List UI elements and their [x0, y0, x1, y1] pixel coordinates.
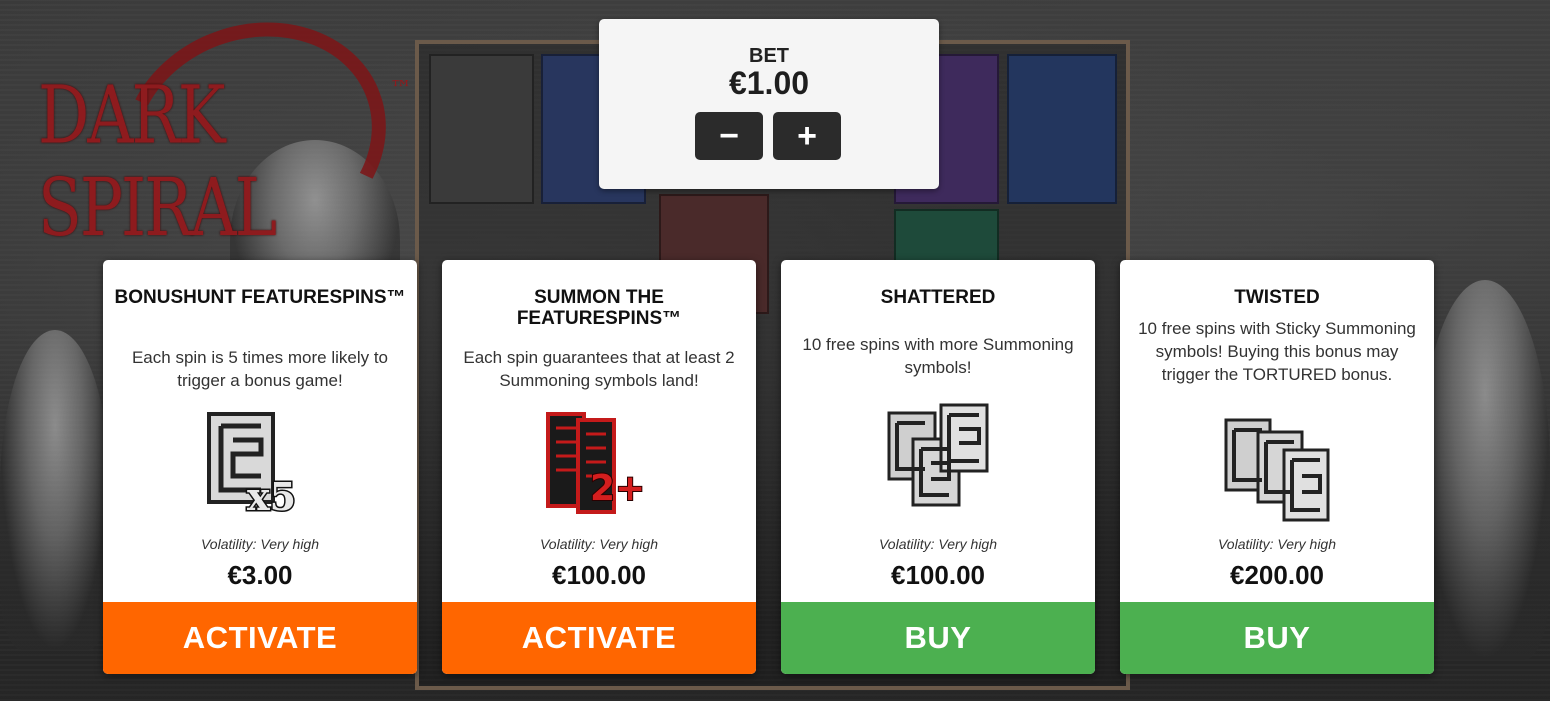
- bet-value: €1.00: [728, 65, 810, 101]
- bonus-card-bonushunt: BONUSHUNT FEATURESPINS™ Each spin is 5 t…: [103, 260, 417, 674]
- bonus-card-twisted: TWISTED 10 free spins with Sticky Summon…: [1120, 260, 1434, 674]
- card-price: €100.00: [891, 560, 985, 590]
- card-price: €100.00: [552, 560, 646, 590]
- logo-text: DARK SPIRAL: [38, 70, 277, 255]
- volatility-label: Volatility: Very high: [878, 536, 997, 552]
- volatility-label: Volatility: Very high: [539, 536, 658, 552]
- stacked-summoning-symbols-icon: [885, 403, 993, 511]
- activate-button[interactable]: ACTIVATE: [442, 602, 756, 674]
- bonus-card-summon: SUMMON THE FEATURESPINS™ Each spin guara…: [442, 260, 756, 674]
- background-character: [0, 330, 110, 650]
- minus-icon: −: [719, 116, 739, 155]
- card-title: SUMMON THE FEATURESPINS™: [516, 287, 682, 329]
- buy-button[interactable]: BUY: [1120, 602, 1434, 674]
- card-title: SHATTERED: [880, 287, 996, 308]
- summoning-symbol-x5-icon: x5: [203, 410, 323, 521]
- bonus-card-shattered: SHATTERED 10 free spins with more Summon…: [781, 260, 1095, 674]
- bet-panel: BET €1.00 − +: [599, 19, 939, 189]
- background-character: [1420, 280, 1550, 660]
- card-description: 10 free spins with Sticky Summoning symb…: [1138, 319, 1416, 384]
- card-title: TWISTED: [1234, 287, 1320, 308]
- card-description: 10 free spins with more Summoning symbol…: [802, 335, 1074, 377]
- volatility-label: Volatility: Very high: [1217, 536, 1336, 552]
- card-price: €200.00: [1230, 560, 1324, 590]
- logo-trademark: ™: [390, 77, 412, 102]
- triple-summoning-symbols-icon: [1222, 418, 1332, 524]
- reel-cell: [1007, 54, 1117, 204]
- guarantee-text: 2+: [590, 468, 645, 509]
- game-logo: DARK SPIRAL ™: [30, 0, 419, 292]
- plus-icon: +: [797, 116, 817, 155]
- activate-button[interactable]: ACTIVATE: [103, 602, 417, 674]
- increase-bet-button[interactable]: +: [773, 112, 841, 160]
- card-title: BONUSHUNT FEATURESPINS™: [114, 287, 406, 308]
- multiplier-text: x5: [247, 474, 296, 515]
- reel-cell: [429, 54, 534, 204]
- red-summoning-scrolls-2plus-icon: 2+: [544, 408, 659, 518]
- buy-button[interactable]: BUY: [781, 602, 1095, 674]
- card-description: Each spin guarantees that at least 2 Sum…: [463, 348, 735, 390]
- card-price: €3.00: [227, 560, 293, 590]
- decrease-bet-button[interactable]: −: [695, 112, 763, 160]
- card-description: Each spin is 5 times more likely to trig…: [131, 348, 389, 390]
- volatility-label: Volatility: Very high: [200, 536, 319, 552]
